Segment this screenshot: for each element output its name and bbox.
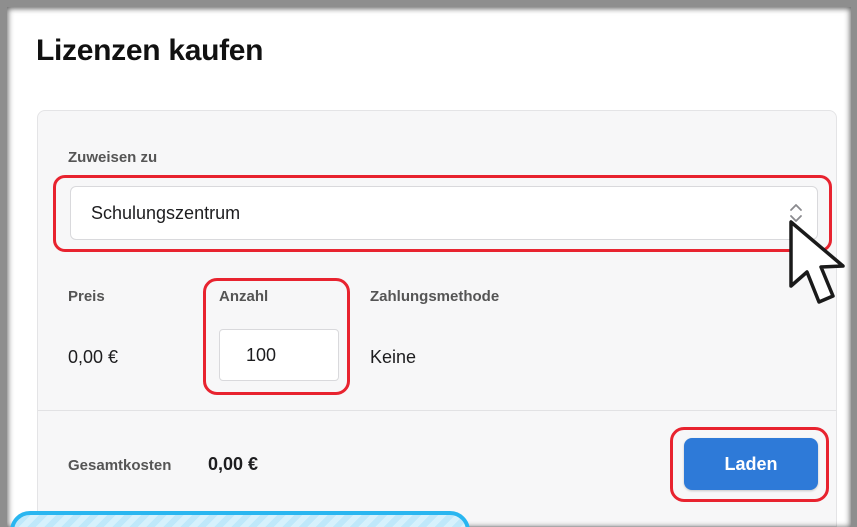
window-frame-top xyxy=(0,0,857,7)
hatched-callout xyxy=(10,511,470,527)
price-value: 0,00 € xyxy=(68,347,119,367)
total-cost-value: 0,00 € xyxy=(208,454,259,474)
total-cost-label: Gesamtkosten xyxy=(68,457,172,474)
quantity-input[interactable] xyxy=(219,329,339,381)
window-frame-right xyxy=(851,0,857,527)
assign-to-select[interactable]: Schulungszentrum xyxy=(70,186,818,240)
purchase-licenses-window: Lizenzen kaufen Zuweisen zu Schulungszen… xyxy=(0,0,857,527)
price-label: Preis xyxy=(68,288,105,305)
payment-method-value: Keine xyxy=(370,347,417,367)
assign-to-value: Schulungszentrum xyxy=(91,203,241,223)
assign-to-label: Zuweisen zu xyxy=(68,149,158,166)
load-button[interactable]: Laden xyxy=(684,438,818,490)
screenshot-stage: Lizenzen kaufen Zuweisen zu Schulungszen… xyxy=(0,0,857,527)
quantity-label: Anzahl xyxy=(219,288,269,305)
window-frame-left xyxy=(0,0,7,527)
footer-divider xyxy=(38,410,836,411)
page-title: Lizenzen kaufen xyxy=(36,34,264,67)
up-down-chevron-icon xyxy=(790,204,802,222)
payment-method-label: Zahlungsmethode xyxy=(370,288,500,305)
